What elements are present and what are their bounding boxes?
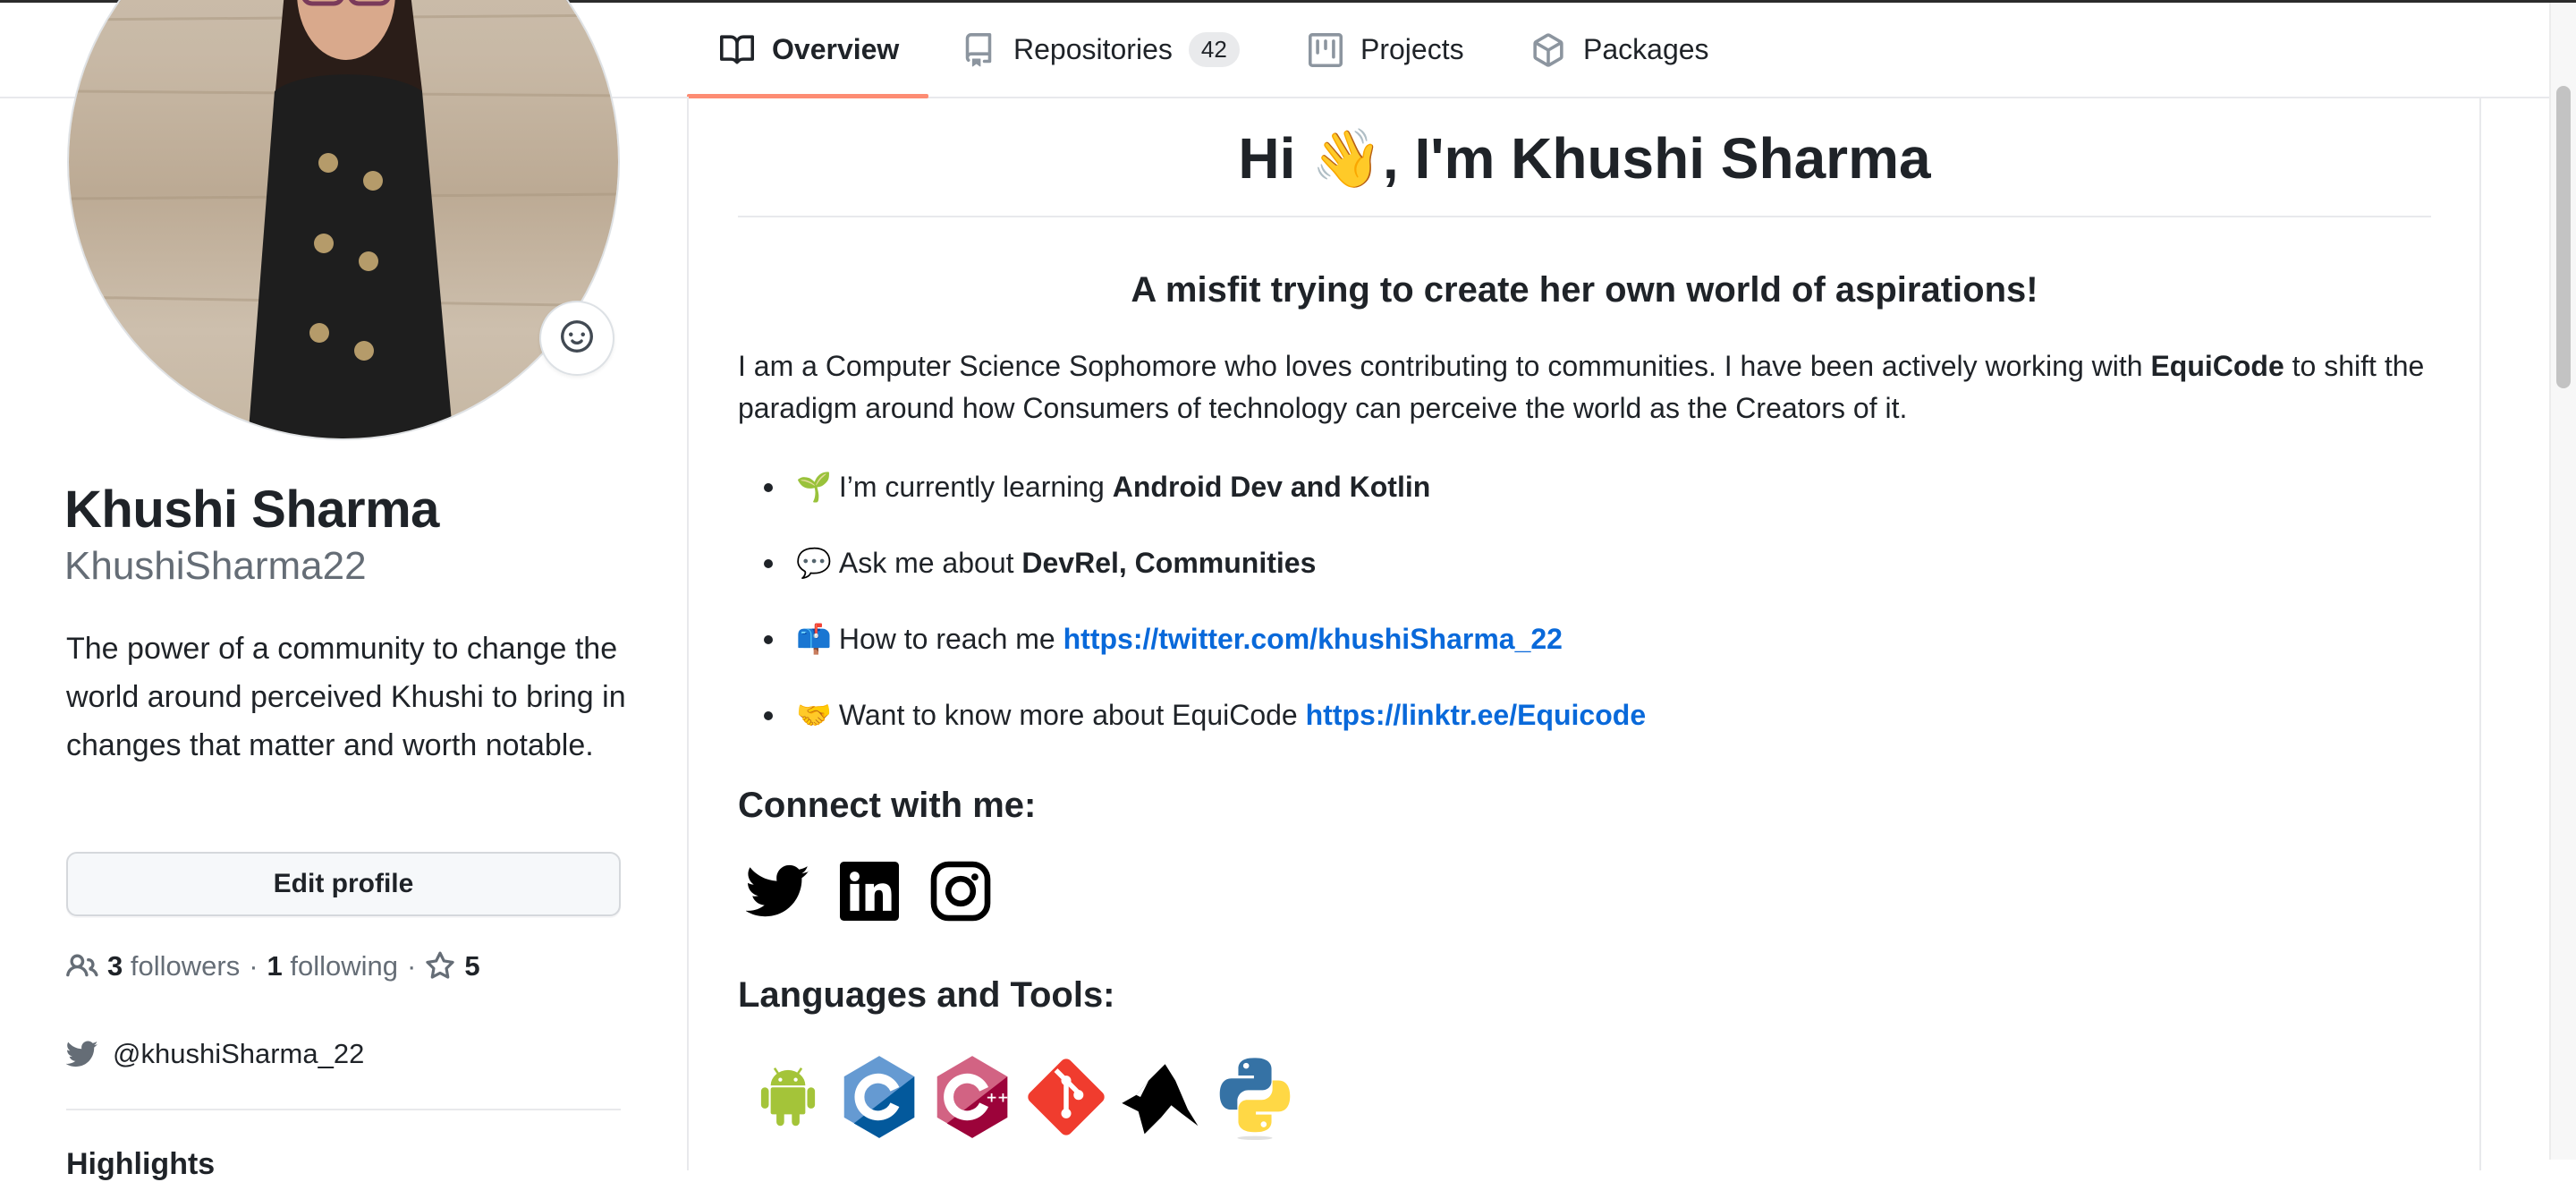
repositories-count-badge: 42	[1188, 32, 1240, 67]
followers-link[interactable]: 3 followers	[66, 950, 240, 982]
intro-equicode: EquiCode	[2150, 350, 2284, 382]
readme-intro: I am a Computer Science Sophomore who lo…	[738, 345, 2437, 429]
profile-avatar[interactable]	[67, 0, 620, 440]
set-status-button[interactable]	[539, 301, 614, 376]
android-icon[interactable]	[750, 1059, 826, 1135]
tab-projects-label: Projects	[1360, 33, 1464, 65]
star-icon	[425, 951, 455, 982]
tab-overview-label: Overview	[772, 33, 900, 65]
python-icon[interactable]	[1215, 1054, 1295, 1140]
intro-text: I am a Computer Science Sophomore who lo…	[738, 350, 2151, 382]
social-links	[746, 859, 993, 923]
twitter-social-icon[interactable]	[746, 859, 810, 923]
list-item-text: How to reach me	[838, 623, 1063, 655]
people-icon	[66, 950, 98, 982]
speech-balloon-icon: 💬	[796, 546, 832, 580]
list-item-text: I’m currently learning	[838, 471, 1113, 503]
readme-title: Hi 👋, I'm Khushi Sharma	[738, 125, 2431, 192]
profile-full-name: Khushi Sharma	[64, 480, 439, 539]
list-item-text: Ask me about	[838, 547, 1022, 579]
repo-icon	[962, 32, 996, 67]
followers-label: followers	[130, 950, 241, 982]
linkedin-social-icon[interactable]	[837, 859, 902, 923]
title-text-name: , I'm Khushi Sharma	[1382, 126, 1931, 191]
seedling-icon: 🌱	[796, 470, 832, 504]
tab-repositories[interactable]: Repositories 42	[962, 3, 1240, 97]
list-item-bold: Android Dev and Kotlin	[1112, 471, 1431, 503]
follow-stats: 3 followers · 1 following · 5	[66, 950, 480, 982]
followers-count: 3	[107, 950, 123, 982]
connect-heading: Connect with me:	[738, 786, 1037, 825]
waving-hand-icon: 👋	[1311, 126, 1383, 192]
handshake-icon: 🤝	[796, 698, 832, 732]
list-item: 🤝 Want to know more about EquiCode https:…	[738, 693, 1646, 770]
following-link[interactable]: 1 following	[267, 950, 399, 982]
sidebar-divider	[66, 1109, 621, 1110]
title-text-hi: Hi	[1238, 126, 1312, 191]
readme-bullet-list: 🌱 I’m currently learning Android Dev and …	[738, 465, 1646, 770]
svg-text:++: ++	[986, 1089, 1009, 1105]
book-icon	[720, 33, 754, 67]
smiley-icon	[561, 319, 593, 357]
profile-bio: The power of a community to change the w…	[66, 632, 626, 762]
linktree-url-link[interactable]: https://linktr.ee/Equicode	[1306, 699, 1647, 731]
list-item-text: Want to know more about EquiCode	[838, 699, 1306, 731]
tab-packages[interactable]: Packages	[1531, 3, 1709, 97]
matlab-icon[interactable]	[1120, 1056, 1202, 1138]
profile-username: KhushiSharma22	[64, 544, 367, 588]
list-item: 📫 How to reach me https://twitter.com/khu…	[738, 617, 1646, 693]
cplusplus-icon[interactable]: ++	[932, 1054, 1013, 1140]
tab-repositories-label: Repositories	[1013, 33, 1173, 65]
title-divider	[738, 216, 2431, 217]
list-item: 🌱 I’m currently learning Android Dev and …	[738, 465, 1646, 541]
tab-overview[interactable]: Overview	[720, 3, 899, 97]
readme-subtitle: A misfit trying to create her own world …	[1131, 270, 2038, 310]
avatar-photo	[69, 0, 618, 438]
list-item: 💬 Ask me about DevRel, Communities	[738, 541, 1646, 617]
tab-packages-label: Packages	[1583, 33, 1709, 65]
project-icon	[1309, 32, 1343, 67]
separator-dot: ·	[249, 950, 258, 982]
twitter-url-link[interactable]: https://twitter.com/khushiSharma_22	[1063, 623, 1563, 655]
tab-projects[interactable]: Projects	[1309, 3, 1464, 97]
following-label: following	[290, 950, 399, 982]
edit-profile-button[interactable]: Edit profile	[66, 852, 621, 916]
mailbox-icon: 📫	[796, 622, 832, 656]
package-icon	[1531, 32, 1565, 67]
separator-dot: ·	[407, 950, 417, 982]
instagram-social-icon[interactable]	[928, 859, 993, 923]
list-item-bold: DevRel, Communities	[1021, 547, 1317, 579]
twitter-handle-link[interactable]: @khushiSharma_22	[66, 1038, 364, 1070]
languages-heading: Languages and Tools:	[738, 975, 1115, 1015]
stars-count: 5	[464, 950, 480, 982]
twitter-handle: @khushiSharma_22	[113, 1038, 365, 1069]
highlights-heading: Highlights	[66, 1147, 216, 1181]
git-icon[interactable]	[1025, 1056, 1107, 1138]
languages-tools-icons: ++	[750, 1054, 1295, 1140]
scrollbar-thumb[interactable]	[2556, 86, 2571, 388]
stars-link[interactable]: 5	[425, 950, 480, 982]
c-language-icon[interactable]	[839, 1054, 919, 1140]
twitter-icon	[66, 1038, 98, 1070]
following-count: 1	[267, 950, 283, 982]
